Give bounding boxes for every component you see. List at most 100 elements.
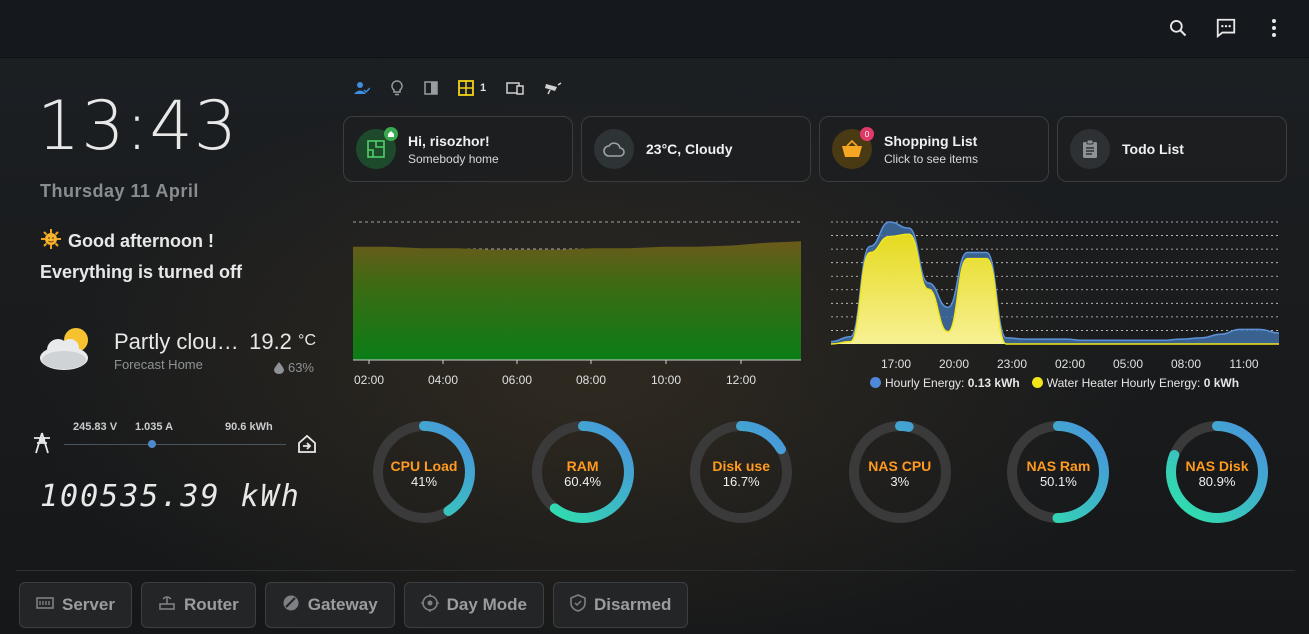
- shopping-list-card[interactable]: 0 Shopping List Click to see items: [819, 116, 1049, 182]
- shopping-badge: 0: [860, 127, 874, 141]
- disarmed-button[interactable]: Disarmed: [552, 582, 689, 628]
- gauge-label: NAS CPU: [868, 458, 932, 474]
- x-tick-label: 17:00: [881, 357, 911, 371]
- greeting-line2: Everything is turned off: [40, 262, 243, 282]
- x-tick-label: 08:00: [576, 373, 606, 387]
- top-bar: [0, 0, 1309, 58]
- legend-water-heater[interactable]: Water Heater Hourly Energy: 0 kWh: [1031, 376, 1239, 390]
- chat-icon[interactable]: [1212, 14, 1240, 42]
- server-button-label: Server: [62, 595, 115, 614]
- server-icon: [36, 595, 54, 615]
- gauge-value: 41%: [410, 474, 438, 489]
- x-tick-label: 10:00: [651, 373, 681, 387]
- system-gauges: CPU Load 41% RAM 60.4% Disk use 16.7% NAS CPU 3…: [370, 418, 1280, 528]
- gauge-nas-cpu[interactable]: NAS CPU 3%: [846, 418, 954, 526]
- x-tick-label: 12:00: [726, 373, 756, 387]
- x-tick-label: 20:00: [939, 357, 969, 371]
- floorplan-icon: [356, 127, 398, 169]
- transmission-tower-icon: [30, 431, 54, 460]
- gauge-label: RAM: [566, 458, 599, 474]
- legend-dot-blue: [870, 377, 881, 388]
- gauge-label: CPU Load: [390, 458, 458, 474]
- router-button[interactable]: Router: [140, 582, 256, 628]
- security-camera-icon[interactable]: [544, 81, 562, 95]
- router-button-label: Router: [183, 595, 239, 614]
- power-current: 1.035 A: [135, 421, 174, 433]
- gauge-value: 16.7%: [722, 474, 760, 489]
- clock-time: 13:43: [37, 87, 238, 166]
- search-icon[interactable]: [1164, 14, 1192, 42]
- weather-card[interactable]: Partly clou… Forecast Home 19.2 °C 63%: [38, 319, 318, 379]
- x-tick-label: 02:00: [1055, 357, 1085, 371]
- weather-summary-title: 23°C, Cloudy: [646, 141, 733, 157]
- gauge-label: NAS Disk: [1185, 458, 1249, 474]
- home-badge-icon: [384, 127, 398, 141]
- weather-humidity: 63%: [273, 360, 314, 377]
- power-flow: 245.83 V 1.035 A 90.6 kWh: [30, 417, 320, 457]
- presence-card-subtitle: Somebody home: [408, 152, 499, 166]
- weather-summary-card[interactable]: 23°C, Cloudy: [581, 116, 811, 182]
- x-tick-label: 05:00: [1113, 357, 1143, 371]
- status-row: 1: [354, 80, 562, 96]
- gateway-button[interactable]: Gateway: [264, 582, 395, 628]
- x-tick-label: 02:00: [354, 373, 384, 387]
- disarmed-button-label: Disarmed: [593, 595, 672, 614]
- todo-list-title: Todo List: [1122, 141, 1184, 157]
- person-check-icon[interactable]: [354, 81, 370, 95]
- server-button[interactable]: Server: [19, 582, 132, 628]
- legend-dot-yellow: [1031, 377, 1043, 388]
- left-panel: 13:43 Thursday 11 April Good afternoon !…: [0, 57, 330, 570]
- basket-icon: 0: [832, 127, 874, 169]
- more-vertical-icon[interactable]: [1260, 14, 1288, 42]
- x-tick-label: 11:00: [1229, 357, 1258, 371]
- todo-list-card[interactable]: Todo List: [1057, 116, 1287, 182]
- weather-condition: Partly clou…: [114, 329, 239, 354]
- gauge-nas-ram[interactable]: NAS Ram 50.1%: [1004, 418, 1112, 526]
- x-tick-label: 04:00: [428, 373, 458, 387]
- router-icon: [158, 595, 176, 616]
- chart-legend: Hourly Energy: 0.13 kWh Water Heater Hou…: [870, 376, 1239, 390]
- greeting: Good afternoon ! Everything is turned of…: [40, 227, 242, 286]
- series-water-heater-area: [831, 234, 1279, 344]
- gauge-value: 50.1%: [1039, 474, 1077, 489]
- gauge-nas-disk[interactable]: NAS Disk 80.9%: [1163, 418, 1271, 526]
- gateway-button-label: Gateway: [307, 595, 378, 614]
- power-voltage: 245.83 V: [73, 421, 118, 433]
- x-tick-label: 06:00: [502, 373, 532, 387]
- footer-buttons: Server Router Gateway Day Mode Disarmed: [19, 582, 689, 628]
- chart-right: 17:00 20:00 23:00 02:00 05:00 08:00 11:00: [825, 212, 1285, 392]
- day-mode-icon: [420, 593, 439, 617]
- gauge-value: 80.9%: [1198, 474, 1236, 489]
- day-mode-button[interactable]: Day Mode: [403, 582, 544, 628]
- footer-divider: [16, 570, 1295, 571]
- presence-card-title: Hi, risozhor!: [408, 133, 490, 149]
- gauge-disk-use[interactable]: Disk use 16.7%: [687, 418, 795, 526]
- chart-right-svg: 17:00 20:00 23:00 02:00 05:00 08:00 11:00: [830, 221, 1280, 371]
- series-area: [353, 241, 801, 360]
- gauge-label: Disk use: [712, 458, 770, 474]
- gauge-value: 3%: [890, 474, 910, 489]
- gauge-cpu-load[interactable]: CPU Load 41%: [370, 418, 478, 526]
- clipboard-icon: [1070, 129, 1110, 169]
- gauge-label: NAS Ram: [1026, 458, 1091, 474]
- gauge-ram[interactable]: RAM 60.4%: [529, 418, 637, 526]
- water-drop-icon: [273, 362, 284, 377]
- chart-left-svg: 02:00 04:00 06:00 08:00 10:00 12:00: [353, 221, 801, 387]
- devices-icon[interactable]: [506, 81, 524, 95]
- window-icon[interactable]: 1: [458, 80, 486, 96]
- shopping-list-subtitle: Click to see items: [884, 152, 979, 166]
- x-tick-label: 23:00: [997, 357, 1027, 371]
- weather-source: Forecast Home: [114, 357, 203, 372]
- day-mode-button-label: Day Mode: [446, 595, 527, 614]
- presence-card[interactable]: Hi, risozhor! Somebody home: [343, 116, 573, 182]
- weather-temperature: 19.2 °C: [249, 329, 316, 354]
- sun-face-icon: [40, 228, 62, 258]
- gateway-icon: [282, 594, 300, 617]
- partly-cloudy-icon: [38, 324, 96, 377]
- chart-left: 02:00 04:00 06:00 08:00 10:00 12:00: [345, 212, 807, 392]
- shield-icon: [570, 593, 586, 617]
- door-icon[interactable]: [424, 81, 438, 95]
- lightbulb-icon[interactable]: [390, 80, 404, 96]
- legend-hourly-energy[interactable]: Hourly Energy: 0.13 kWh: [870, 376, 1020, 390]
- home-import-icon: [296, 433, 318, 460]
